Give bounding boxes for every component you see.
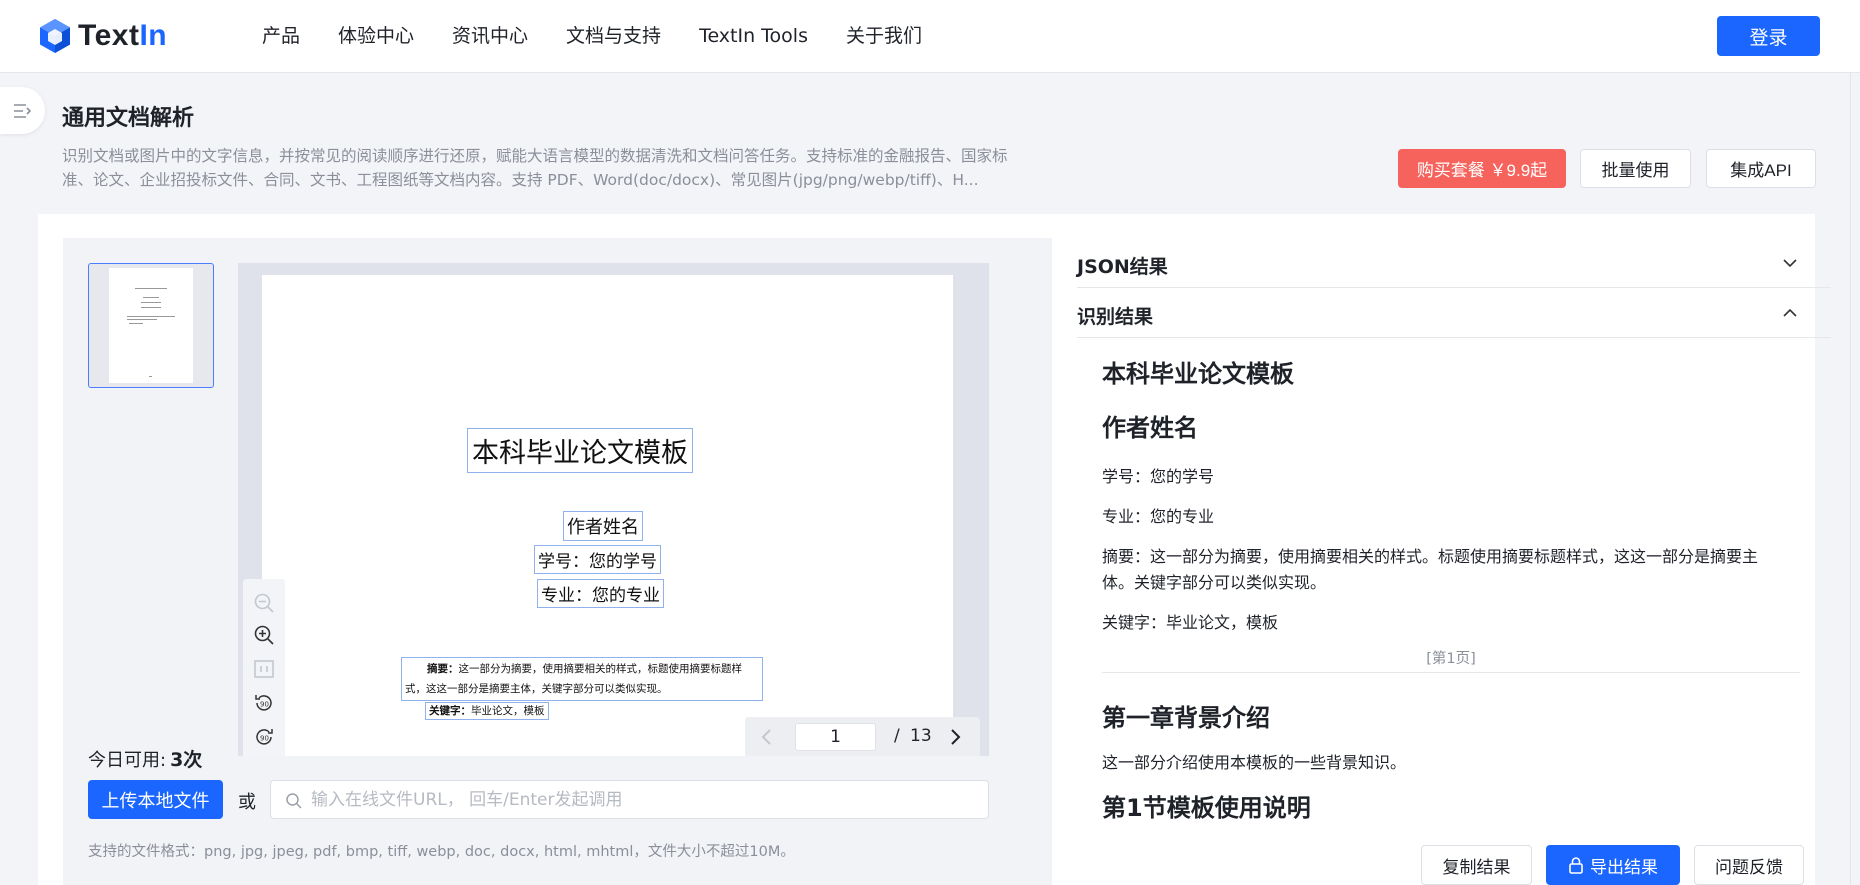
sidebar-toggle-button[interactable] <box>0 87 45 134</box>
login-button[interactable]: 登录 <box>1717 16 1820 56</box>
rotate-left-button[interactable]: 90 <box>252 691 276 715</box>
top-navbar: TextIn 产品 体验中心 资讯中心 文档与支持 TextIn Tools 关… <box>0 0 1860 73</box>
rotate-right-icon: 90 <box>256 729 273 745</box>
recognition-result-accordion[interactable]: 识别结果 <box>1077 288 1831 338</box>
zoom-in-icon <box>254 625 274 645</box>
chevron-left-icon[interactable] <box>757 727 777 747</box>
result-text-abstract: 摘要：这一部分为摘要，使用摘要相关的样式。标题使用摘要标题样式，这这一部分是摘要… <box>1102 547 1759 592</box>
pager-separator: / <box>894 726 900 746</box>
zoom-out-icon <box>254 593 274 613</box>
lock-icon <box>1569 857 1583 874</box>
thumbnail-page <box>109 268 193 383</box>
document-panel: 本科毕业论文模板 作者姓名 学号：您的学号 专业：您的专业 摘要：这一部分为摘要… <box>63 238 1052 885</box>
chevron-right-icon[interactable] <box>945 727 965 747</box>
feedback-button[interactable]: 问题反馈 <box>1694 845 1804 885</box>
nav-item-textin-tools[interactable]: TextIn Tools <box>699 22 808 50</box>
rotate-left-icon: 90 <box>255 695 272 711</box>
upload-local-file-button[interactable]: 上传本地文件 <box>88 780 223 819</box>
page-pager: / 13 <box>745 717 980 756</box>
svg-text:90: 90 <box>260 735 269 743</box>
page-scrollbar[interactable] <box>1850 73 1860 885</box>
json-result-accordion[interactable]: JSON结果 <box>1077 238 1831 288</box>
result-actions: 复制结果 导出结果 问题反馈 <box>1407 845 1804 885</box>
main-nav: 产品 体验中心 资讯中心 文档与支持 TextIn Tools 关于我们 <box>262 22 960 50</box>
result-heading-title: 本科毕业论文模板 <box>1102 360 1294 388</box>
result-heading-author: 作者姓名 <box>1102 414 1198 442</box>
ocr-box-major[interactable]: 专业：您的专业 <box>537 579 664 608</box>
cube-logo-icon <box>40 19 70 53</box>
result-text-major: 专业：您的专业 <box>1102 507 1215 526</box>
nav-item-about-us[interactable]: 关于我们 <box>846 22 922 50</box>
search-icon <box>286 793 302 809</box>
result-text-keywords: 关键字：毕业论文，模板 <box>1102 613 1279 632</box>
zoom-toolbar: 90 90 <box>243 579 285 756</box>
integrate-api-button[interactable]: 集成API <box>1706 149 1816 188</box>
or-label: 或 <box>238 792 256 813</box>
recognition-result-label: 识别结果 <box>1077 306 1154 328</box>
file-url-input[interactable] <box>311 781 981 818</box>
page-total: 13 <box>910 726 932 746</box>
chevron-down-icon <box>1783 259 1797 268</box>
batch-use-button[interactable]: 批量使用 <box>1580 149 1691 188</box>
export-result-button[interactable]: 导出结果 <box>1546 845 1680 885</box>
ocr-box-author[interactable]: 作者姓名 <box>563 511 643 541</box>
document-viewer[interactable]: 本科毕业论文模板 作者姓名 学号：您的学号 专业：您的专业 摘要：这一部分为摘要… <box>238 263 989 756</box>
buy-package-button[interactable]: 购买套餐 ￥9.9起 <box>1398 149 1566 188</box>
ocr-box-title[interactable]: 本科毕业论文模板 <box>467 428 693 473</box>
result-heading-section: 第1节模板使用说明 <box>1102 794 1311 822</box>
result-text-student-id: 学号：您的学号 <box>1102 467 1215 486</box>
nav-item-docs-support[interactable]: 文档与支持 <box>566 22 661 50</box>
json-result-label: JSON结果 <box>1077 256 1168 278</box>
daily-quota-count: 3次 <box>170 749 203 771</box>
ocr-box-student-id[interactable]: 学号：您的学号 <box>534 545 661 574</box>
page-description: 识别文档或图片中的文字信息，并按常见的阅读顺序进行还原，赋能大语言模型的数据清洗… <box>62 147 1008 189</box>
page-thumbnail[interactable] <box>88 263 214 388</box>
expand-menu-icon <box>13 103 31 118</box>
results-panel: JSON结果 识别结果 本科毕业论文模板 作者姓名 学号：您的学号 专业：您的专… <box>1039 214 1831 885</box>
ocr-box-abstract[interactable]: 摘要：这一部分为摘要，使用摘要相关的样式，标题使用摘要标题样式，这这一部分是摘要… <box>401 657 763 701</box>
page-title: 通用文档解析 <box>62 106 195 131</box>
logo-wordmark: TextIn <box>78 19 168 52</box>
chevron-up-icon <box>1783 308 1797 317</box>
supported-formats-note: 支持的文件格式：png, jpg, jpeg, pdf, bmp, tiff, … <box>88 844 795 860</box>
rotate-right-button[interactable]: 90 <box>252 725 276 749</box>
main-card: 本科毕业论文模板 作者姓名 学号：您的学号 专业：您的专业 摘要：这一部分为摘要… <box>38 214 1831 885</box>
page-marker: [第1页] <box>1102 647 1800 673</box>
page-number-input[interactable] <box>795 723 876 751</box>
nav-item-experience-center[interactable]: 体验中心 <box>338 22 414 50</box>
result-text-chapter: 这一部分介绍使用本模板的一些背景知识。 <box>1102 753 1407 772</box>
svg-text:90: 90 <box>260 701 269 709</box>
copy-result-button[interactable]: 复制结果 <box>1421 845 1532 885</box>
document-page: 本科毕业论文模板 作者姓名 学号：您的学号 专业：您的专业 摘要：这一部分为摘要… <box>262 275 953 756</box>
fit-page-icon <box>254 660 274 678</box>
daily-quota: 今日可用: 3次 <box>88 749 203 771</box>
zoom-out-button[interactable] <box>252 591 276 615</box>
nav-item-news-center[interactable]: 资讯中心 <box>452 22 528 50</box>
url-input-container[interactable] <box>270 780 989 819</box>
ocr-box-keywords[interactable]: 关键字：毕业论文，模板 <box>425 702 549 720</box>
fit-page-button[interactable] <box>252 657 276 681</box>
result-heading-chapter: 第一章背景介绍 <box>1102 704 1270 732</box>
zoom-in-button[interactable] <box>252 623 276 647</box>
textin-logo[interactable]: TextIn <box>38 17 167 55</box>
nav-item-products[interactable]: 产品 <box>262 22 300 50</box>
